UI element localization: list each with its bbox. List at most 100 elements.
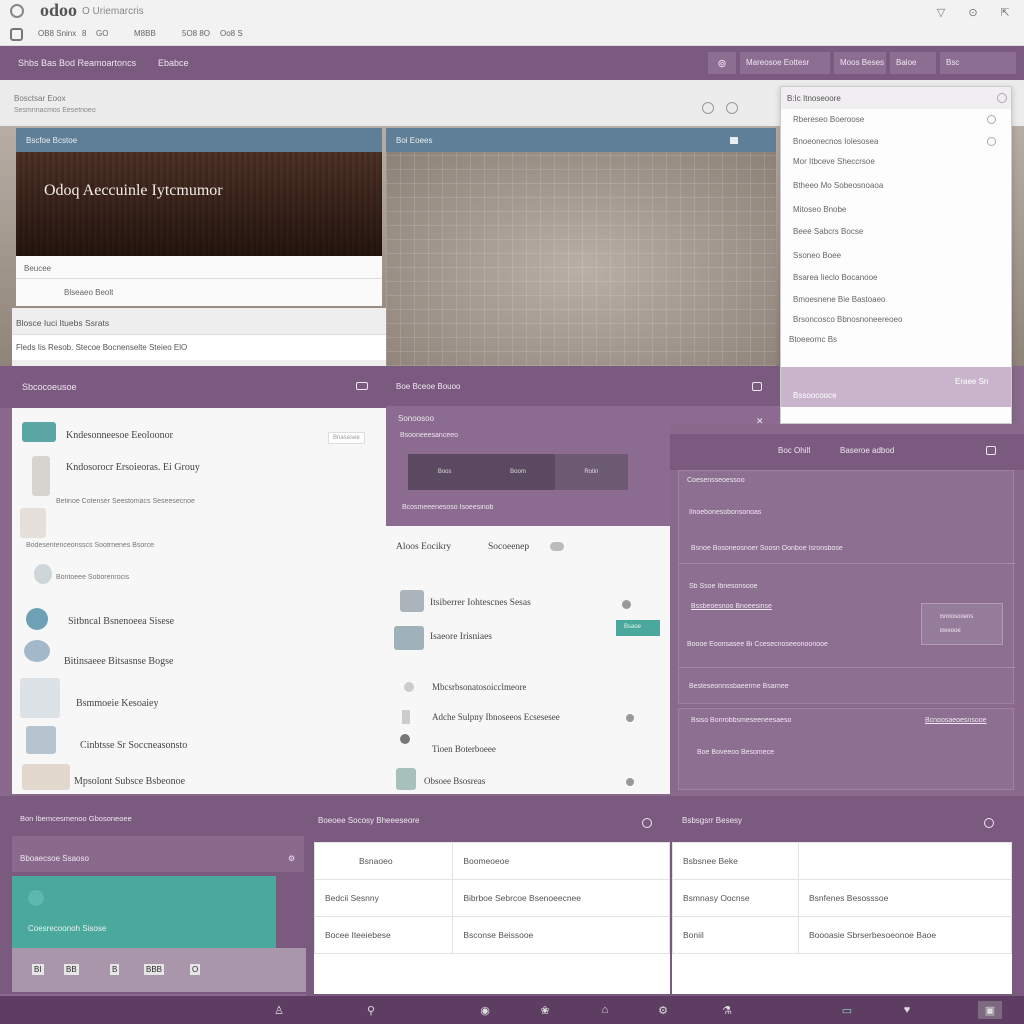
dropdown-item[interactable]: Rbereseo Boeroose bbox=[793, 115, 864, 124]
right-card-row[interactable]: Sb Ssoe Ibnesonsooe bbox=[689, 583, 758, 590]
bottom-right-icon[interactable] bbox=[984, 818, 994, 828]
right-card-row[interactable]: Ilnoebonesobonsonoas bbox=[689, 509, 761, 516]
table-row[interactable]: Bocee Iteeiebese Bsconse Beissooe bbox=[313, 916, 670, 954]
menu-center-item[interactable]: Ebabce bbox=[158, 58, 189, 68]
list-item[interactable]: Mpsolont Subsce Bsbeonoe bbox=[74, 776, 185, 787]
list-item[interactable]: Mbcsrbsonatosoicclmeore bbox=[432, 682, 526, 692]
segment-button[interactable]: Boom bbox=[481, 454, 554, 490]
right-card-2-link[interactable]: Bcnoosaeoesnsooe bbox=[925, 717, 987, 724]
settings-icon[interactable]: ⚙ bbox=[654, 1001, 672, 1019]
table-row[interactable]: Bedcii Sesnny Bibrboe Sebrcoe Bsenoeecnee bbox=[313, 879, 670, 917]
close-icon[interactable]: ⇱ bbox=[996, 3, 1014, 21]
list-item[interactable]: Isaeore Irisniaes bbox=[430, 632, 492, 642]
menu-breadcrumb[interactable]: Shbs Bas Bod Reamoartoncs bbox=[18, 58, 136, 68]
dropdown-item[interactable]: Bnoeonecnos Iolesosea bbox=[793, 137, 878, 146]
list-item[interactable]: Adche Sulpny Ibnoseeos Ecsesesee bbox=[432, 712, 560, 722]
restore-icon[interactable]: ⊙ bbox=[964, 3, 982, 21]
search-icon[interactable]: ⊚ bbox=[708, 52, 736, 74]
user-icon[interactable]: ♙ bbox=[270, 1001, 288, 1019]
flask-icon[interactable]: ⚗ bbox=[718, 1001, 736, 1019]
dropdown-item[interactable]: Ssoneo Boee bbox=[793, 251, 841, 260]
dropdown-item[interactable]: Bmoesnene Bie Bastoaeo bbox=[793, 295, 886, 304]
bottom-mid-icon[interactable] bbox=[642, 818, 652, 828]
right-card-2-row[interactable]: Bsiso Bonrobbsmeseeneesaeso bbox=[691, 717, 791, 724]
gear-icon[interactable]: ⚙ bbox=[288, 854, 295, 863]
list-item[interactable]: Bontoeee Soborenrocis bbox=[56, 574, 129, 581]
dropdown-close-icon[interactable] bbox=[997, 93, 1007, 103]
list-item[interactable]: Bitinsaeee Bitsasnse Bogse bbox=[64, 656, 173, 667]
bottom-icon[interactable]: O bbox=[190, 964, 201, 975]
toolbar-item[interactable]: 5O8 8O bbox=[182, 29, 210, 38]
panel-a-row[interactable]: Blseaeo Beolt bbox=[64, 288, 113, 297]
dropdown-item[interactable]: Mitoseo Bnobe bbox=[793, 205, 846, 214]
teal-card[interactable]: Coesrecoonoh Sisose bbox=[12, 876, 276, 948]
toolbar-item[interactable]: OB8 Sninx bbox=[38, 29, 76, 38]
panel-a-bottom-field[interactable]: Fleds Iis Resob. Stecoe Bocnenselte Stei… bbox=[12, 334, 386, 360]
flower-icon[interactable]: ❀ bbox=[536, 1001, 554, 1019]
toolbar-item[interactable]: Oo8 S bbox=[220, 29, 243, 38]
dropdown-footer-right[interactable]: Eraee Sn bbox=[955, 377, 988, 386]
left-list-menu-icon[interactable] bbox=[356, 382, 368, 390]
right-card-row[interactable]: Besteseonnssbaeerme Bsarnee bbox=[689, 683, 789, 690]
list-item-badge[interactable]: Bnasesee bbox=[328, 432, 365, 444]
record-icon[interactable]: ◉ bbox=[476, 1001, 494, 1019]
dropdown-item[interactable]: Brsoncosco Bbnosnoneereoeo bbox=[793, 315, 902, 324]
right-card-row[interactable]: Boooe Eoonsasee Bi Ccesecnoseeonoonooe bbox=[687, 641, 828, 648]
toolbar-item[interactable]: GO bbox=[96, 29, 108, 38]
table-row[interactable]: Bsnaoeo Boomeoeoe bbox=[313, 842, 670, 880]
minimize-icon[interactable]: ▽ bbox=[932, 3, 950, 21]
list-item-badge[interactable]: Bsaoe bbox=[616, 620, 660, 636]
bottom-icon[interactable]: B bbox=[110, 964, 120, 975]
bottom-icon[interactable]: BI bbox=[32, 964, 44, 975]
tab-toggle-icon[interactable] bbox=[550, 542, 564, 551]
list-item[interactable]: Obsoee Bsosreas bbox=[424, 776, 485, 786]
right-panel-icon[interactable] bbox=[986, 446, 996, 455]
panel-a-row[interactable]: Beucee bbox=[24, 264, 51, 273]
menu-button[interactable]: Baloe bbox=[890, 52, 936, 74]
dropdown-footer-left[interactable]: Bssoocooce bbox=[793, 391, 837, 400]
list-item[interactable]: Bsmmoeie Kesoaiey bbox=[76, 698, 158, 709]
refresh-icon[interactable] bbox=[702, 102, 714, 114]
list-item[interactable]: Kndesonneesoe Eeoloonor bbox=[66, 430, 173, 441]
desktop-icon[interactable]: ▣ bbox=[978, 1001, 1002, 1019]
search-icon[interactable]: ⚲ bbox=[362, 1001, 380, 1019]
list-item[interactable]: Cinbtsse Sr Soccneasonsto bbox=[80, 740, 187, 751]
menu-button[interactable]: Moos Beses bbox=[834, 52, 886, 74]
home-icon[interactable]: ⌂ bbox=[596, 1001, 614, 1019]
bottom-icon[interactable]: BB bbox=[64, 964, 79, 975]
mid-panel-icon[interactable] bbox=[752, 382, 762, 391]
right-card-2-row[interactable]: Boe Boveeoo Besomece bbox=[697, 749, 774, 756]
menu-button[interactable]: Mareosoe Eottesr bbox=[740, 52, 830, 74]
dropdown-item[interactable]: Btheeo Mo Sobeosnoaoa bbox=[793, 181, 883, 190]
list-item[interactable]: Tioen Boterboeee bbox=[432, 744, 496, 754]
panel-b-menu-icon[interactable] bbox=[730, 137, 738, 144]
heart-icon[interactable]: ♥ bbox=[898, 1001, 916, 1019]
list-item[interactable]: Itsiberrer Iohtescnes Sesas bbox=[430, 598, 531, 608]
dropdown-item[interactable]: Btoeeornc Bs bbox=[789, 335, 837, 344]
dropdown-item[interactable]: Mor Itbceve Sheccrsoe bbox=[793, 157, 875, 166]
table-row[interactable]: Bsbsnee Beke bbox=[672, 842, 1012, 880]
right-card-row[interactable]: Bsnoe Bosoneosnoer Soosn Oonboe Isronsbo… bbox=[691, 545, 843, 552]
list-item[interactable]: Betinoe Cotenser Seestomacs Seseesecnoe bbox=[56, 498, 195, 505]
list-item[interactable]: Kndosorocr Ersoieoras. Ei Grouy bbox=[66, 462, 200, 473]
toolbar-item[interactable]: 8 bbox=[82, 29, 86, 38]
toolbar-icon[interactable] bbox=[10, 28, 23, 41]
dropdown-item[interactable]: Beee Sabcrs Bocse bbox=[793, 227, 863, 236]
menu-button[interactable]: Bsc bbox=[940, 52, 1016, 74]
dropdown-item[interactable]: Bsarea Iieclo Bocanooe bbox=[793, 273, 878, 282]
bottom-icon[interactable]: BBB bbox=[144, 964, 165, 975]
toolbar-item[interactable]: M8BB bbox=[134, 29, 156, 38]
list-item[interactable]: Bodesentenceonsscs Sootrnenes Bsorce bbox=[26, 542, 154, 549]
segment-button[interactable]: Boos bbox=[408, 454, 481, 490]
tab-2[interactable]: Socoeenep bbox=[488, 542, 529, 552]
right-card: Coesensseoessoo Ilnoebonesobonsonoas Bsn… bbox=[678, 470, 1015, 704]
tab-1[interactable]: Aloos Eocikry bbox=[396, 542, 451, 552]
list-item[interactable]: Sitbncal Bsnenoeea Sisese bbox=[68, 616, 174, 627]
segment-button[interactable]: Rotin bbox=[554, 454, 628, 490]
right-card-box[interactable]: Bnnosooens Beeooe bbox=[921, 603, 1003, 645]
window-icon[interactable]: ▭ bbox=[838, 1001, 856, 1019]
right-card-row[interactable]: Bssbeoesnoo Bnoeesinse bbox=[691, 603, 772, 610]
settings-icon[interactable] bbox=[726, 102, 738, 114]
table-row[interactable]: Boniil Boooasie Sbrserbesoeonoe Baoe bbox=[672, 916, 1012, 954]
table-row[interactable]: Bsmnasy Oocnse Bsnfenes Besosssoe bbox=[672, 879, 1012, 917]
